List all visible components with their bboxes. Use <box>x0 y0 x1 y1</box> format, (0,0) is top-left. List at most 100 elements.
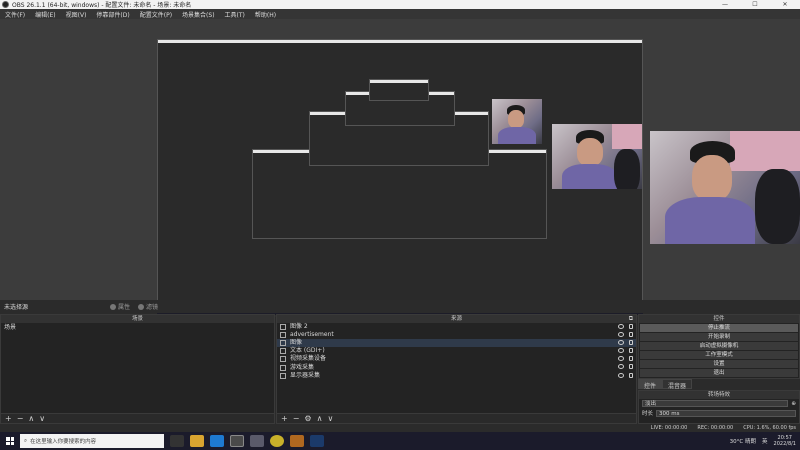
cpu-status: CPU: 1.6%, 60.00 fps <box>743 425 796 431</box>
controls-dock: 控件 停止推流 开始录制 启动虚拟摄像机 工作室模式 设置 退出 <box>638 314 800 379</box>
add-scene-button[interactable]: + <box>5 414 12 423</box>
source-toolbar: 未选择源 属性 滤镜 <box>0 300 800 313</box>
properties-button[interactable]: 属性 <box>110 302 130 311</box>
eye-icon[interactable] <box>618 324 624 329</box>
tab-controls[interactable]: 控件 <box>638 379 663 390</box>
obs-status-bar: LIVE: 00:00:00 REC: 00:00:00 CPU: 1.6%, … <box>0 424 800 432</box>
app-icon[interactable] <box>250 435 264 447</box>
source-item[interactable]: 图像 2 <box>277 323 636 331</box>
lock-icon[interactable] <box>629 356 633 362</box>
no-source-selected-label: 未选择源 <box>4 304 29 311</box>
lock-icon[interactable] <box>629 348 633 354</box>
lock-icon[interactable] <box>629 340 633 346</box>
scenes-dock: 场景 场景 + − ∧ ∨ <box>0 314 275 424</box>
file-explorer-icon[interactable] <box>190 435 204 447</box>
move-scene-up-button[interactable]: ∧ <box>28 414 34 423</box>
menu-docks[interactable]: 停靠部件(D) <box>91 10 134 19</box>
move-scene-down-button[interactable]: ∨ <box>39 414 45 423</box>
source-item[interactable]: advertisement <box>277 331 636 339</box>
lock-icon[interactable] <box>629 372 633 378</box>
image-icon <box>280 324 286 331</box>
clock[interactable]: 20:57 2022/8/1 <box>774 435 796 447</box>
source-item[interactable]: 图像 <box>277 339 636 348</box>
eye-icon[interactable] <box>618 364 624 370</box>
image-icon <box>280 340 286 347</box>
steam-icon[interactable] <box>310 435 324 447</box>
source-properties-button[interactable]: ⚙ <box>304 414 311 423</box>
live-status: LIVE: 00:00:00 <box>650 425 688 431</box>
eye-icon[interactable] <box>618 356 624 362</box>
eye-icon[interactable] <box>618 348 624 354</box>
eye-icon[interactable] <box>618 372 624 378</box>
menu-file[interactable]: 文件(F) <box>0 10 30 19</box>
close-button[interactable]: ✕ <box>770 1 800 8</box>
transitions-dock: 转场特效 淡出 ⊕ 时长 300 ms <box>638 390 800 424</box>
source-item[interactable]: 视频采集设备 <box>277 355 636 363</box>
app-icon[interactable] <box>270 435 284 447</box>
weather-widget[interactable]: 30°C 晴朗 <box>730 437 756 445</box>
webcam-source[interactable] <box>650 131 800 244</box>
taskbar-search-input[interactable]: ⌕ 在这里输入你要搜索的内容 <box>20 434 164 448</box>
source-item[interactable]: 显示器采集 <box>277 372 636 380</box>
start-recording-button[interactable]: 开始录制 <box>640 333 798 341</box>
system-tray: 30°C 晴朗 英 20:57 2022/8/1 <box>730 435 800 447</box>
source-item[interactable]: 游戏采集 <box>277 363 636 371</box>
menu-help[interactable]: 帮助(H) <box>250 10 281 19</box>
scenes-toolbar: + − ∧ ∨ <box>1 413 274 423</box>
camera-icon <box>280 356 286 363</box>
lock-icon[interactable] <box>629 364 633 370</box>
menu-bar: 文件(F) 编辑(E) 视图(V) 停靠部件(D) 配置文件(P) 场景集合(S… <box>0 9 800 19</box>
eye-icon[interactable] <box>618 340 624 346</box>
lock-icon[interactable] <box>629 332 633 338</box>
duration-input[interactable]: 300 ms <box>656 409 796 417</box>
gamepad-icon <box>280 364 286 371</box>
menu-profile[interactable]: 配置文件(P) <box>135 10 177 19</box>
settings-button[interactable]: 设置 <box>640 360 798 368</box>
menu-view[interactable]: 视图(V) <box>61 10 92 19</box>
float-dock-icon[interactable]: ⧉ <box>629 315 633 323</box>
sources-dock: 来源 ⧉ 图像 2 advertisement 图像 文本 (GDI+) 视频采集… <box>276 314 637 424</box>
webcam-thumb-2 <box>552 124 642 189</box>
transitions-title: 转场特效 <box>639 391 799 399</box>
menu-scene-collection[interactable]: 场景集合(S) <box>177 10 220 19</box>
menu-edit[interactable]: 编辑(E) <box>30 10 60 19</box>
remove-source-button[interactable]: − <box>293 414 300 423</box>
image-icon <box>280 332 286 339</box>
lock-icon[interactable] <box>629 324 633 329</box>
app-icon[interactable] <box>290 435 304 447</box>
sources-title: 来源 ⧉ <box>277 315 636 323</box>
maximize-button[interactable]: ☐ <box>740 1 770 8</box>
transition-select[interactable]: 淡出 <box>642 400 789 407</box>
language-indicator[interactable]: 英 <box>762 437 768 445</box>
move-source-down-button[interactable]: ∨ <box>327 414 333 423</box>
add-source-button[interactable]: + <box>281 414 288 423</box>
remove-scene-button[interactable]: − <box>17 414 24 423</box>
text-icon <box>280 348 286 355</box>
window-title: OBS 26.1.1 (64-bit, windows) - 配置文件: 未命名… <box>12 2 192 9</box>
stop-streaming-button[interactable]: 停止推流 <box>640 324 798 332</box>
duration-label: 时长 <box>642 411 654 417</box>
move-source-up-button[interactable]: ∧ <box>317 414 323 423</box>
add-transition-button[interactable]: ⊕ <box>791 401 796 407</box>
scenes-title: 场景 <box>1 315 274 323</box>
gear-icon <box>110 303 116 310</box>
exit-button[interactable]: 退出 <box>640 369 798 377</box>
tab-mixer[interactable]: 混音器 <box>662 379 693 390</box>
start-virtual-camera-button[interactable]: 启动虚拟摄像机 <box>640 342 798 350</box>
minimize-button[interactable]: — <box>710 1 740 8</box>
windows-start-icon[interactable] <box>6 437 14 445</box>
studio-mode-button[interactable]: 工作室模式 <box>640 351 798 359</box>
source-item[interactable]: 文本 (GDI+) <box>277 347 636 355</box>
filters-button[interactable]: 滤镜 <box>138 302 158 311</box>
preview-canvas[interactable] <box>157 39 643 317</box>
eye-icon[interactable] <box>618 332 624 338</box>
task-view-icon[interactable] <box>170 435 184 447</box>
dock-tabs: 控件 混音器 <box>638 379 800 390</box>
scene-item[interactable]: 场景 <box>1 323 274 332</box>
monitor-icon <box>280 372 286 379</box>
rec-status: REC: 00:00:00 <box>697 425 734 431</box>
preview-area[interactable] <box>0 19 800 317</box>
menu-tools[interactable]: 工具(T) <box>220 10 250 19</box>
obs-taskbar-icon[interactable] <box>230 435 244 447</box>
edge-icon[interactable] <box>210 435 224 447</box>
